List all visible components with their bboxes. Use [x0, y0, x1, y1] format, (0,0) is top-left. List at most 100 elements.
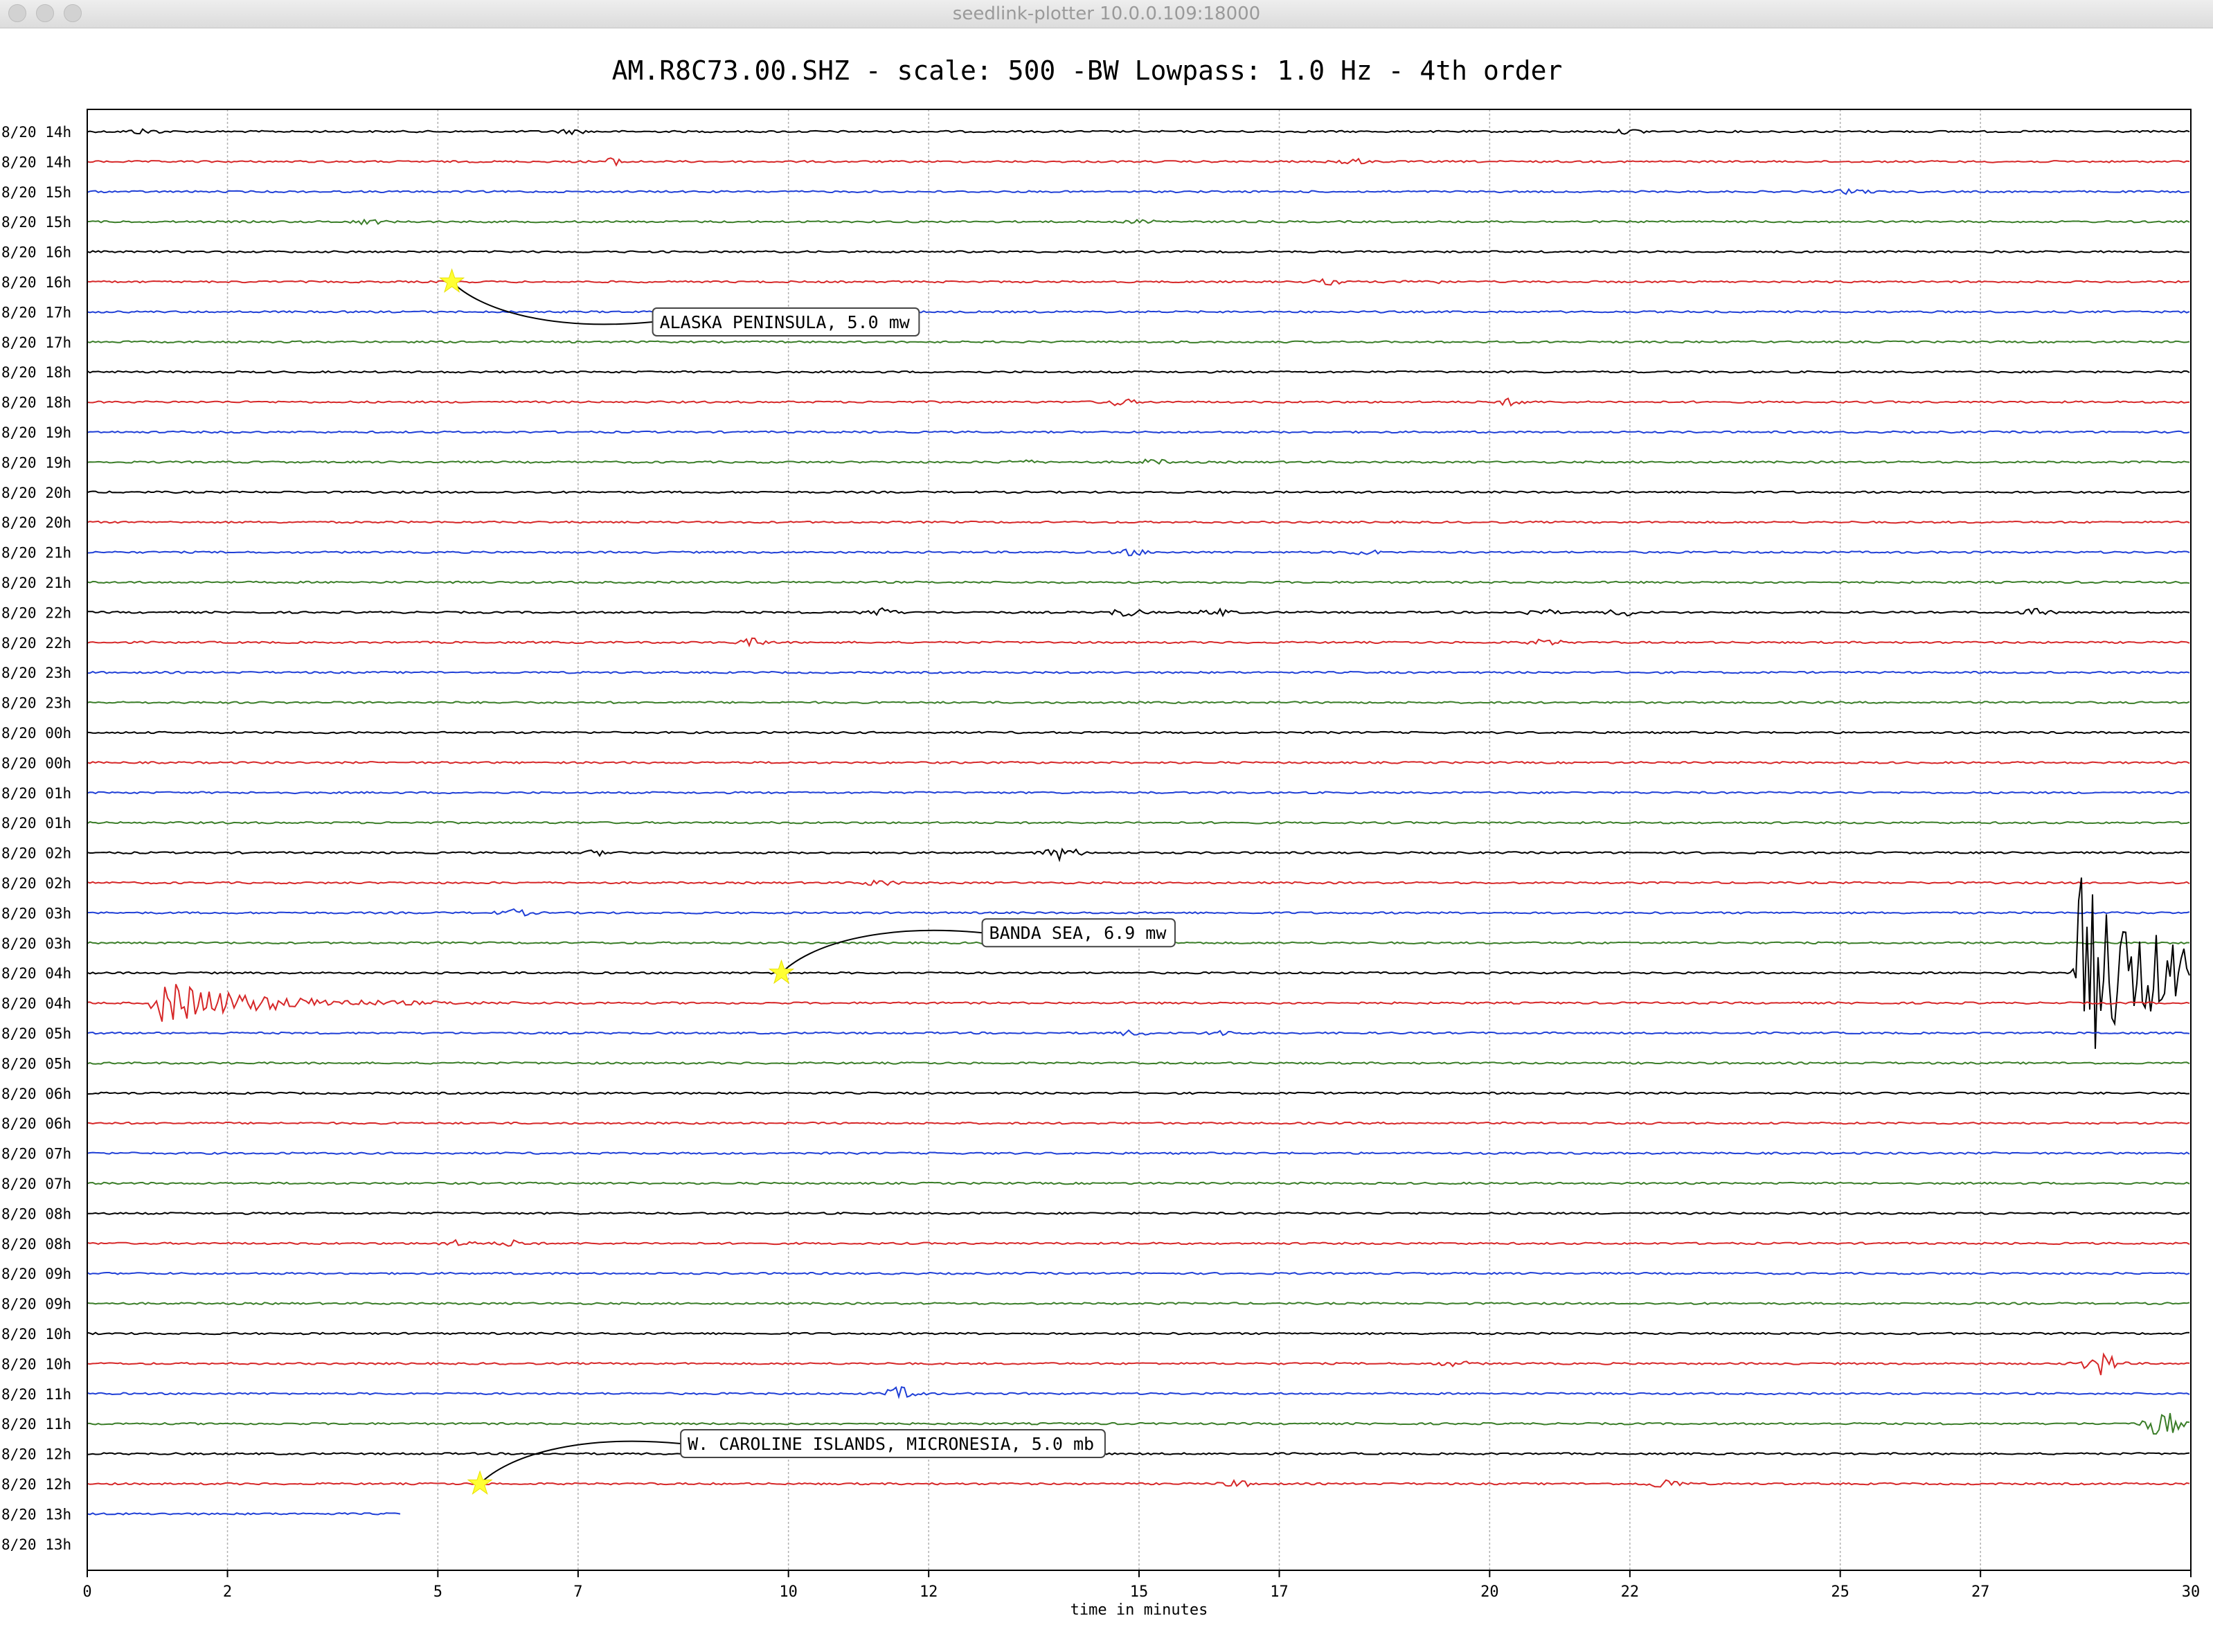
row-label: 8/20 06h — [1, 1086, 71, 1102]
trace-line — [87, 520, 2190, 524]
row-label: 8/20 08h — [1, 1205, 71, 1222]
x-tick-label: 17 — [1270, 1583, 1289, 1601]
trace-line — [87, 1386, 2190, 1400]
row-label: 8/20 16h — [1, 274, 71, 291]
row-label: 8/20 23h — [1, 695, 71, 712]
trace-line — [87, 1091, 2190, 1095]
x-axis-ticks: 0 2 5 7 10 12 15 17 20 22 25 27 30 — [82, 1570, 2200, 1601]
row-label: 8/20 04h — [1, 996, 71, 1012]
trace-line — [87, 607, 2190, 618]
row-label: 8/20 20h — [1, 485, 71, 501]
trace-line — [87, 908, 2190, 917]
trace-line — [87, 820, 2190, 825]
row-label: 8/20 00h — [1, 725, 71, 742]
row-label: 8/20 15h — [1, 184, 71, 201]
trace-line — [87, 730, 2190, 735]
trace-line — [87, 1239, 2190, 1247]
row-label: 8/20 03h — [1, 905, 71, 922]
x-tick-label: 22 — [1621, 1583, 1640, 1601]
event-star-marker — [768, 959, 795, 985]
trace-line — [87, 701, 2190, 705]
trace-line — [87, 1212, 2190, 1215]
trace-line — [87, 490, 2190, 494]
trace-line — [87, 430, 2190, 434]
annotation-label: BANDA SEA, 6.9 mw — [989, 923, 1167, 943]
trace-line — [87, 278, 2190, 286]
plot-frame — [87, 109, 2192, 1571]
annotation-label: ALASKA PENINSULA, 5.0 mw — [660, 312, 911, 332]
trace-line — [87, 1151, 2190, 1156]
row-label: 8/20 02h — [1, 875, 71, 892]
trace-line — [87, 218, 2190, 226]
trace-line — [87, 1479, 2190, 1488]
x-tick-label: 20 — [1480, 1583, 1499, 1601]
row-label: 8/20 19h — [1, 454, 71, 471]
row-label: 8/20 06h — [1, 1115, 71, 1132]
trace-line — [87, 458, 2190, 465]
row-label: 8/20 09h — [1, 1266, 71, 1282]
trace-line — [87, 128, 2190, 136]
row-label: 8/20 16h — [1, 244, 71, 261]
x-tick-label: 30 — [2182, 1583, 2201, 1601]
x-tick-label: 5 — [433, 1583, 442, 1601]
trace-line — [87, 1452, 2190, 1456]
row-label: 8/20 22h — [1, 604, 71, 621]
row-label: 8/20 05h — [1, 1025, 71, 1042]
trace-line — [87, 637, 2190, 647]
seismogram-chart: AM.R8C73.00.SHZ - scale: 500 -BW Lowpass… — [1, 55, 2200, 1619]
x-tick-label: 0 — [82, 1583, 91, 1601]
trace-line — [87, 188, 2190, 195]
row-label: 8/20 12h — [1, 1476, 71, 1493]
trace-line — [87, 548, 2190, 557]
row-label: 8/20 02h — [1, 845, 71, 862]
row-label: 8/20 01h — [1, 815, 71, 832]
trace-line — [87, 877, 2190, 1049]
row-label: 8/20 17h — [1, 334, 71, 351]
x-tick-label: 25 — [1831, 1583, 1849, 1601]
row-label: 8/20 13h — [1, 1536, 71, 1553]
trace-line — [87, 1271, 2190, 1275]
row-label: 8/20 21h — [1, 575, 71, 591]
row-label: 8/20 07h — [1, 1176, 71, 1192]
window-title: seedlink-plotter 10.0.0.109:18000 — [952, 3, 1261, 24]
row-label: 8/20 10h — [1, 1326, 71, 1343]
row-label: 8/20 21h — [1, 545, 71, 562]
row-label: 8/20 19h — [1, 424, 71, 441]
row-label: 8/20 22h — [1, 635, 71, 652]
chart-title: AM.R8C73.00.SHZ - scale: 500 -BW Lowpass… — [612, 55, 1563, 86]
trace-line — [87, 1029, 2190, 1036]
row-label: 8/20 04h — [1, 965, 71, 982]
row-label: 8/20 17h — [1, 304, 71, 321]
trace-line — [87, 1331, 2189, 1336]
row-label: 8/20 11h — [1, 1416, 71, 1433]
trace-line — [87, 370, 2190, 374]
window-titlebar: seedlink-plotter 10.0.0.109:18000 — [0, 0, 2213, 28]
x-tick-label: 27 — [1971, 1583, 1990, 1601]
row-label: 8/20 08h — [1, 1236, 71, 1253]
trace-line — [87, 580, 2190, 584]
trace-line — [87, 1121, 2190, 1125]
annotation-connector — [451, 281, 653, 325]
trace-line — [87, 1512, 401, 1516]
row-labels: 8/20 14h 8/20 14h 8/20 15h 8/20 15h 8/20 16h… — [1, 124, 71, 1553]
x-tick-label: 10 — [779, 1583, 798, 1601]
trace-line — [87, 791, 2190, 795]
row-label: 8/20 14h — [1, 154, 71, 170]
annotation-connector — [780, 929, 983, 973]
trace-line — [87, 157, 2190, 167]
row-label: 8/20 10h — [1, 1356, 71, 1372]
annotation-connector — [479, 1440, 681, 1484]
x-tick-label: 2 — [223, 1583, 232, 1601]
x-tick-label: 7 — [573, 1583, 582, 1601]
x-axis-label: time in minutes — [1070, 1601, 1208, 1619]
row-label: 8/20 23h — [1, 665, 71, 681]
row-label: 8/20 12h — [1, 1446, 71, 1463]
row-label: 8/20 18h — [1, 364, 71, 381]
row-label: 8/20 09h — [1, 1296, 71, 1313]
row-label: 8/20 18h — [1, 395, 71, 411]
row-label: 8/20 07h — [1, 1146, 71, 1162]
trace-line — [87, 250, 2190, 254]
trace-line — [87, 879, 2190, 886]
row-label: 8/20 00h — [1, 755, 71, 771]
annotation-label: W. CAROLINE ISLANDS, MICRONESIA, 5.0 mb — [688, 1434, 1094, 1454]
